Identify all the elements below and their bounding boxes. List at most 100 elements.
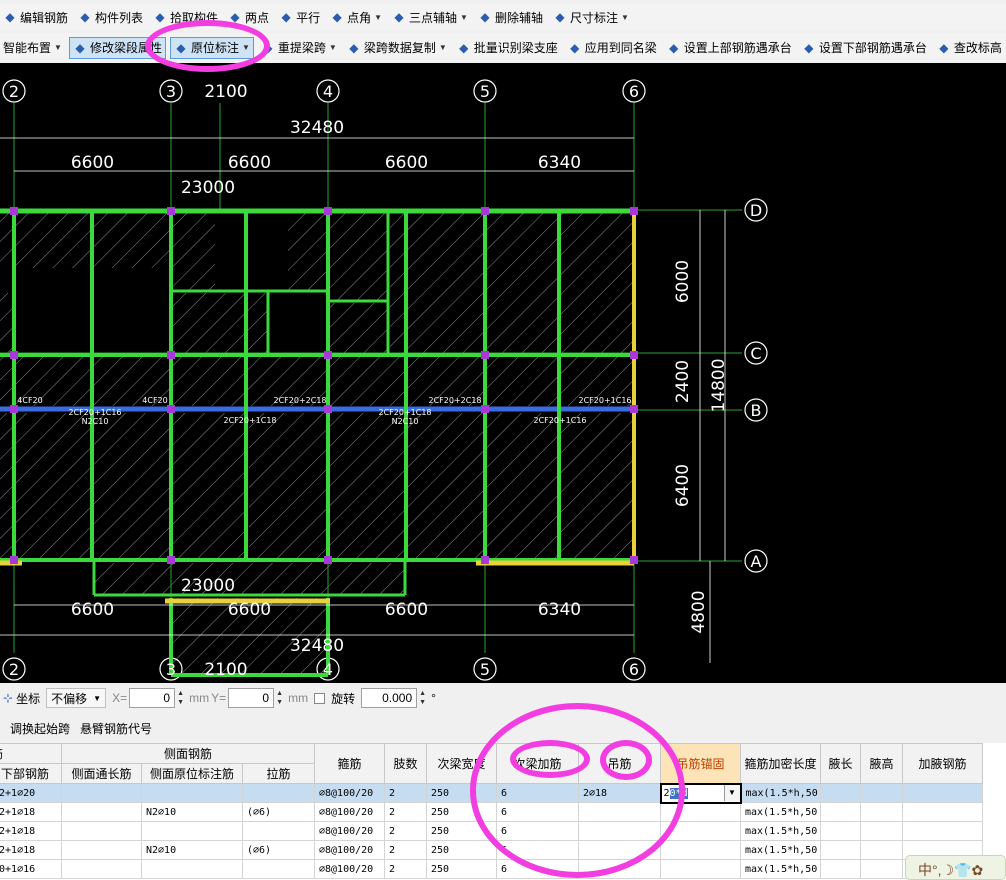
chevron-down-icon[interactable]: ▼ (54, 43, 62, 52)
offset-select[interactable]: 不偏移 ▼ (46, 688, 107, 708)
table-cell[interactable] (578, 821, 661, 841)
table-cell[interactable] (902, 821, 983, 841)
table-cell[interactable]: 250 (426, 783, 497, 803)
table-cell[interactable]: max(1.5*h,50 (740, 783, 821, 803)
table-cell[interactable] (61, 783, 142, 803)
table-cell[interactable] (860, 802, 903, 822)
table-cell[interactable]: 22+1⌀18 (0, 840, 62, 860)
table-row[interactable]: 22+1⌀20⌀8@100/20225062⌀1820*d▼max(1.5*h,… (0, 782, 983, 804)
table-row[interactable]: 20+1⌀16 ⌀8@100/2022506 max(1.5*h,50 (0, 859, 983, 879)
table-cell[interactable] (141, 821, 243, 841)
table-cell[interactable]: 250 (426, 802, 497, 822)
table-cell[interactable] (242, 859, 315, 879)
table-cell[interactable]: (⌀6) (242, 840, 315, 860)
table-cell[interactable] (61, 802, 142, 822)
table-cell[interactable] (660, 802, 741, 822)
table-cell[interactable]: 2 (384, 859, 427, 879)
y-input[interactable]: 0 (228, 688, 275, 708)
tool-edit-rebar-button[interactable]: ◆ 编辑钢筋 (0, 6, 71, 28)
table-cell[interactable]: max(1.5*h,50 (740, 859, 821, 879)
table-cell[interactable]: ⌀8@100/20 (314, 821, 385, 841)
tool-parallel-button[interactable]: ◆ 平行 (276, 6, 323, 28)
table-row[interactable]: 22+1⌀18 N2⌀10(⌀6)⌀8@100/2022506 max(1.5*h,… (0, 802, 983, 822)
table-cell[interactable]: 22+1⌀18 (0, 802, 62, 822)
table-cell[interactable]: 22+1⌀18 (0, 821, 62, 841)
tool-set-bottom-rebar-button[interactable]: ◆ 设置下部钢筋遇承台 (799, 37, 930, 59)
table-cell[interactable] (820, 821, 861, 841)
chevron-down-icon[interactable]: ▼ (329, 43, 337, 52)
tool-three-point-axis-button[interactable]: ◆ 三点辅轴 ▼ (389, 6, 471, 28)
table-cell[interactable] (820, 802, 861, 822)
table-cell[interactable]: 2 (384, 821, 427, 841)
table-cell[interactable]: 2⌀18 (578, 783, 661, 803)
table-cell[interactable]: ⌀8@100/20 (314, 783, 385, 803)
table-cell[interactable] (578, 859, 661, 879)
tool-batch-identify-button[interactable]: ◆ 批量识别梁支座 (454, 37, 561, 59)
table-cell[interactable] (141, 859, 243, 879)
table-cell[interactable] (660, 840, 741, 860)
table-cell[interactable]: max(1.5*h,50 (740, 840, 821, 860)
table-cell[interactable]: ⌀8@100/20 (314, 840, 385, 860)
table-cell[interactable] (820, 859, 861, 879)
table-row[interactable]: 22+1⌀18 ⌀8@100/2022506 max(1.5*h,50 (0, 821, 983, 841)
table-cell[interactable] (902, 802, 983, 822)
table-cell[interactable]: max(1.5*h,50 (740, 802, 821, 822)
tool-apply-same-button[interactable]: ◆ 应用到同名梁 (565, 37, 660, 59)
table-cell[interactable]: N2⌀10 (141, 802, 243, 822)
table-cell[interactable] (902, 783, 983, 803)
hanger-anchor-edit-cell[interactable]: 20*d ▼ (659, 782, 742, 804)
table-cell[interactable]: 6 (496, 840, 579, 860)
table-cell[interactable]: 6 (496, 802, 579, 822)
table-cell[interactable]: max(1.5*h,50 (740, 821, 821, 841)
tool-pick-button[interactable]: ◆ 拾取构件 (150, 6, 221, 28)
table-cell[interactable] (578, 840, 661, 860)
tool-elevation-button[interactable]: ◆ 查改标高 (934, 37, 1005, 59)
table-cell[interactable]: (⌀6) (242, 802, 315, 822)
table-cell[interactable] (860, 840, 903, 860)
x-input[interactable]: 0 (129, 688, 176, 708)
drawing-canvas[interactable]: 2 3 4 5 6 2 3 4 5 6 D C B A 2100 32480 6600 6600 6600 6340 2… (0, 63, 1006, 683)
chevron-down-icon[interactable]: ▼ (439, 43, 447, 52)
table-cell[interactable]: N2⌀10 (141, 840, 243, 860)
table-cell[interactable] (860, 783, 903, 803)
tool-set-top-rebar-button[interactable]: ◆ 设置上部钢筋遇承台 (664, 37, 795, 59)
adjust-start-span-button[interactable]: 调换起始跨 (10, 720, 70, 737)
rotate-input[interactable]: 0.000 (361, 688, 418, 708)
tool-modify-beam-button[interactable]: ◆ 修改梁段属性 (68, 36, 166, 59)
cantilever-code-button[interactable]: 悬臂钢筋代号 (80, 720, 152, 737)
table-cell[interactable] (660, 821, 741, 841)
table-cell[interactable]: 2 (384, 840, 427, 860)
tool-copy-span-button[interactable]: ◆ 梁跨数据复制 ▼ (344, 37, 450, 59)
table-cell[interactable] (242, 821, 315, 841)
table-cell[interactable]: ⌀8@100/20 (314, 859, 385, 879)
table-cell[interactable] (860, 821, 903, 841)
table-cell[interactable] (242, 783, 315, 803)
table-cell[interactable]: 250 (426, 840, 497, 860)
tool-re-extract-button[interactable]: ◆ 重提梁跨 ▼ (258, 37, 340, 59)
table-cell[interactable] (61, 821, 142, 841)
table-cell[interactable] (141, 783, 243, 803)
table-cell[interactable]: 2 (384, 802, 427, 822)
rotate-checkbox[interactable] (314, 692, 326, 704)
tool-smart-place-button[interactable]: 智能布置 ▼ (0, 37, 65, 59)
chevron-down-icon[interactable]: ▼ (460, 13, 468, 22)
table-cell[interactable]: 20+1⌀16 (0, 859, 62, 879)
chevron-down-icon[interactable]: ▼ (374, 13, 382, 22)
tool-two-point-button[interactable]: ◆ 两点 (225, 6, 272, 28)
table-row[interactable]: 22+1⌀18 N2⌀10(⌀6)⌀8@100/2022506 max(1.5*h,… (0, 840, 983, 860)
rotate-spinner[interactable]: ▲ ▼ (419, 689, 429, 707)
table-cell[interactable] (820, 783, 861, 803)
table-cell[interactable] (61, 859, 142, 879)
table-cell[interactable]: 6 (496, 859, 579, 879)
chevron-down-icon[interactable]: ▼ (723, 785, 739, 801)
x-spinner[interactable]: ▲ ▼ (177, 689, 187, 707)
tool-list-button[interactable]: ◆ 构件列表 (75, 6, 146, 28)
table-cell[interactable] (820, 840, 861, 860)
tool-in-situ-label-button[interactable]: ◆ 原位标注 ▼ (169, 36, 254, 59)
table-cell[interactable]: 2 (384, 783, 427, 803)
table-cell[interactable] (61, 840, 142, 860)
tool-dimension-button[interactable]: ◆ 尺寸标注 ▼ (550, 6, 632, 28)
table-cell[interactable]: 6 (496, 783, 579, 803)
table-cell[interactable] (860, 859, 903, 879)
table-cell[interactable]: 250 (426, 859, 497, 879)
